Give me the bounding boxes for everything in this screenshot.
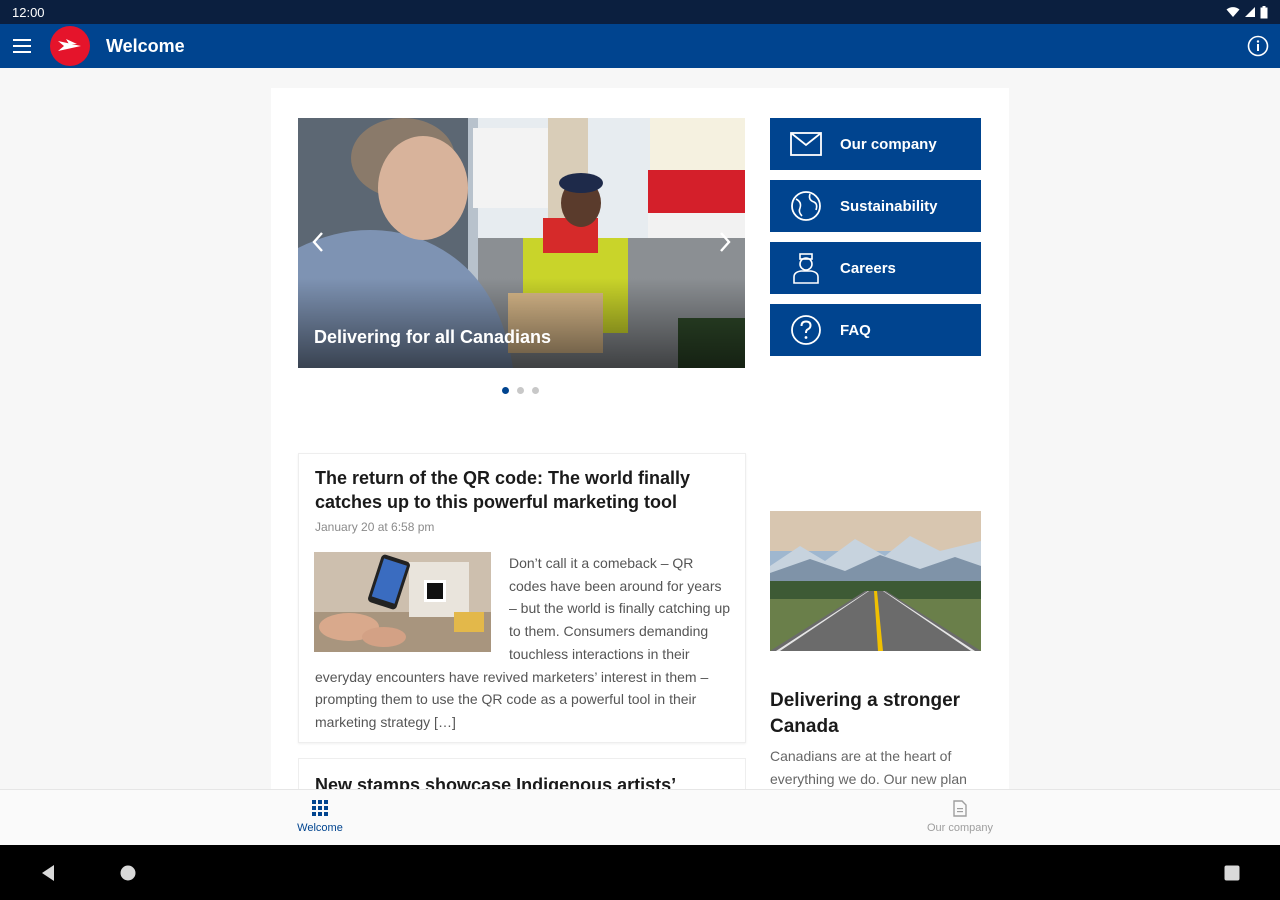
bottom-navigation: Welcome Our company [0,789,1280,845]
page-title: Welcome [106,35,185,56]
carousel-prev-button[interactable] [300,222,336,262]
content-card: Delivering for all Canadians Our company… [271,88,1009,789]
status-time: 12:00 [12,4,45,20]
article-title[interactable]: New stamps showcase Indigenous artists’ [315,773,725,789]
article-excerpt: Don’t call it a comeback – QR codes have… [315,552,733,734]
menu-icon[interactable] [0,24,44,68]
person-icon [788,250,824,286]
wifi-icon [1226,7,1240,17]
nav-label: Our company [926,822,994,834]
status-icons [1226,5,1268,19]
chevron-right-icon [720,232,731,252]
tile-sustainability[interactable]: Sustainability [770,180,981,232]
signal-icon [1245,7,1255,17]
tile-our-company[interactable]: Our company [770,118,981,170]
article-date: January 20 at 6:58 pm [315,520,435,534]
carousel-shade [298,278,745,368]
battery-icon [1260,5,1268,18]
question-icon [788,312,824,348]
content-area[interactable]: Delivering for all Canadians Our company… [0,68,1280,789]
document-icon [950,798,970,818]
tile-label: Our company [840,135,937,153]
nav-tab-welcome[interactable]: Welcome [260,798,380,834]
quick-links: Our company Sustainability Careers FAQ [770,118,981,366]
tile-careers[interactable]: Careers [770,242,981,294]
chevron-left-icon [312,232,323,252]
tile-faq[interactable]: FAQ [770,304,981,356]
status-bar: 12:00 [0,0,1280,24]
home-icon[interactable] [117,862,139,884]
tile-label: FAQ [840,321,871,339]
info-icon[interactable] [1246,34,1270,58]
recents-icon[interactable] [1221,862,1243,884]
feature-text: Canadians are at the heart of everything… [770,748,967,787]
app-bar: Welcome [0,24,1280,68]
back-icon[interactable] [37,862,59,884]
hero-carousel[interactable]: Delivering for all Canadians [298,118,745,368]
canada-post-logo [50,26,90,66]
globe-icon [788,188,824,224]
carousel-dot[interactable] [532,387,539,394]
envelope-icon [788,126,824,162]
tile-label: Sustainability [840,197,938,215]
system-navigation-bar [0,845,1280,900]
carousel-dot[interactable] [502,387,509,394]
news-article-card[interactable]: New stamps showcase Indigenous artists’ [298,758,746,789]
carousel-indicators [502,387,539,394]
news-article-card[interactable]: The return of the QR code: The world fin… [298,453,746,743]
carousel-dot[interactable] [517,387,524,394]
carousel-caption[interactable]: Delivering for all Canadians [314,327,551,348]
feature-title[interactable]: Delivering a stronger Canada [770,688,981,740]
grid-icon [310,798,330,818]
carousel-next-button[interactable] [707,222,743,262]
nav-tab-our-company[interactable]: Our company [900,798,1020,834]
tile-label: Careers [840,259,896,277]
article-title[interactable]: The return of the QR code: The world fin… [315,466,725,514]
thumbnail-spacer [315,552,493,662]
nav-label: Welcome [297,822,343,834]
feature-image[interactable] [770,511,981,651]
